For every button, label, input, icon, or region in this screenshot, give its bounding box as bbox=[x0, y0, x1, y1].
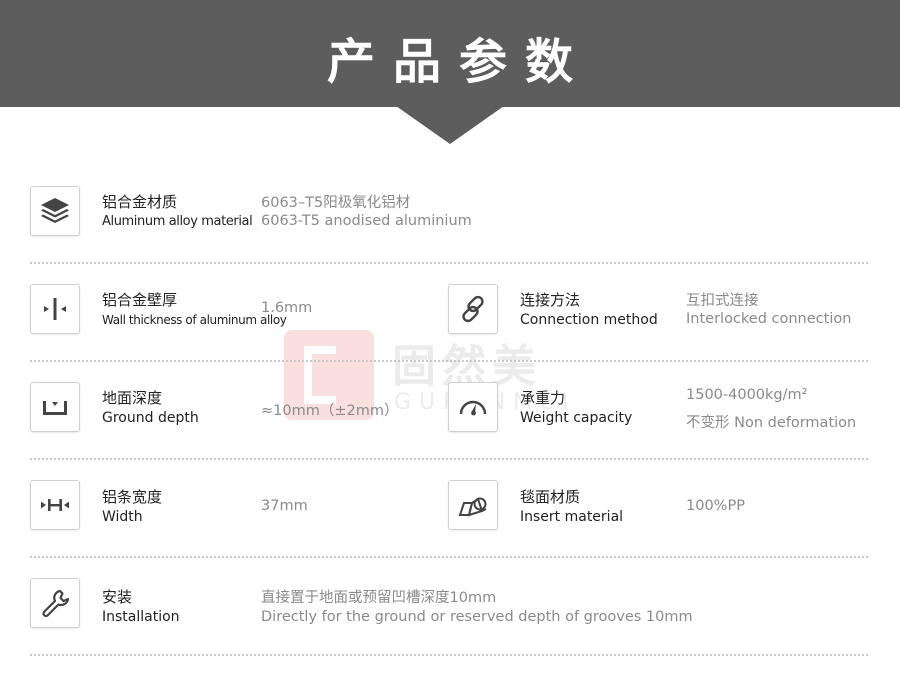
header-pointer bbox=[396, 106, 504, 144]
spec-material: 铝合金材质 Aluminum alloy material 6063–T5阳极氧… bbox=[30, 164, 868, 260]
layers-icon bbox=[30, 186, 80, 236]
spec-insert-material: 毯面材质 Insert material 100%PP bbox=[448, 458, 868, 554]
spec-value-cn: 直接置于地面或预留凹槽深度10mm bbox=[261, 590, 497, 606]
header-banner: 产品参数 bbox=[0, 0, 900, 107]
spec-value: ≈10mm（±2mm） bbox=[261, 403, 399, 419]
spec-label-cn: 地面深度 bbox=[102, 389, 163, 407]
spec-label-cn: 承重力 bbox=[520, 389, 566, 407]
page-title: 产品参数 bbox=[326, 34, 591, 90]
spec-label-cn: 毯面材质 bbox=[520, 488, 581, 506]
spec-label-cn: 安装 bbox=[102, 588, 133, 606]
wrench-icon bbox=[30, 578, 80, 628]
spec-weight-capacity: 承重力 Weight capacity 1500-4000kg/m² 不变形 N… bbox=[448, 360, 868, 456]
spec-label-en: Aluminum alloy material bbox=[102, 214, 253, 229]
spec-label-en: Ground depth bbox=[102, 410, 199, 426]
spec-value-cn: 互扣式连接 bbox=[686, 293, 759, 309]
spec-value: 37mm bbox=[261, 498, 308, 514]
spec-label-en: Width bbox=[102, 509, 143, 525]
spec-label-cn: 铝合金壁厚 bbox=[102, 291, 178, 309]
spec-row-depth: 地面深度 Ground depth ≈10mm（±2mm） 承重力 Weight… bbox=[30, 360, 868, 460]
gauge-icon bbox=[448, 382, 498, 432]
thickness-icon bbox=[30, 284, 80, 334]
spec-value-en: Directly for the ground or reserved dept… bbox=[261, 609, 693, 625]
spec-value: 1.6mm bbox=[261, 300, 313, 316]
spec-value: 100%PP bbox=[686, 498, 745, 514]
spec-value-primary: 1500-4000kg/m² bbox=[686, 387, 808, 403]
insert-material-icon bbox=[448, 480, 498, 530]
spec-wall-thickness: 铝合金壁厚 Wall thickness of aluminum alloy 1… bbox=[30, 262, 448, 358]
spec-label-en: Insert material bbox=[520, 509, 624, 525]
spec-label-en: Installation bbox=[102, 609, 180, 625]
spec-label-cn: 连接方法 bbox=[520, 291, 581, 309]
spec-installation: 安装 Installation 直接置于地面或预留凹槽深度10mm Direct… bbox=[30, 556, 868, 652]
spec-value-cn: 6063–T5阳极氧化铝材 bbox=[261, 195, 411, 211]
spec-label-en: Weight capacity bbox=[520, 410, 633, 426]
spec-row-width: 铝条宽度 Width 37mm 毯面材质 Insert material 100… bbox=[30, 458, 868, 558]
spec-label-en: Wall thickness of aluminum alloy bbox=[102, 313, 287, 327]
spec-row-installation: 安装 Installation 直接置于地面或预留凹槽深度10mm Direct… bbox=[30, 556, 868, 656]
width-icon bbox=[30, 480, 80, 530]
spec-width: 铝条宽度 Width 37mm bbox=[30, 458, 448, 554]
spec-label-en: Connection method bbox=[520, 312, 658, 328]
spec-row-thickness: 铝合金壁厚 Wall thickness of aluminum alloy 1… bbox=[30, 262, 868, 362]
ground-depth-icon bbox=[30, 382, 80, 432]
spec-value-en: Interlocked connection bbox=[686, 311, 852, 327]
spec-label-cn: 铝合金材质 bbox=[102, 193, 178, 211]
spec-value-en: 6063-T5 anodised aluminium bbox=[261, 213, 472, 229]
spec-ground-depth: 地面深度 Ground depth ≈10mm（±2mm） bbox=[30, 360, 448, 456]
spec-label-cn: 铝条宽度 bbox=[102, 488, 163, 506]
spec-row-material: 铝合金材质 Aluminum alloy material 6063–T5阳极氧… bbox=[30, 164, 868, 264]
chain-link-icon bbox=[448, 284, 498, 334]
spec-value-secondary: 不变形 Non deformation bbox=[686, 415, 857, 431]
spec-connection: 连接方法 Connection method 互扣式连接 Interlocked… bbox=[448, 262, 868, 358]
